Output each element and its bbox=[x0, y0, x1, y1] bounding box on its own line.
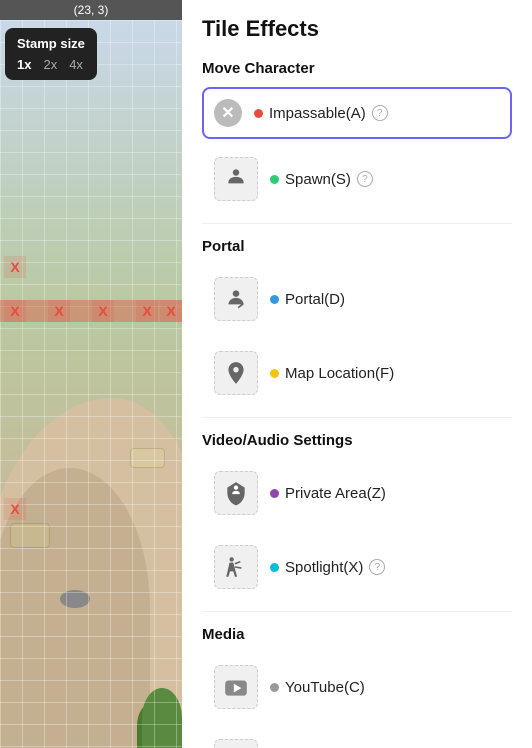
impassable-icon: ✕ bbox=[214, 99, 242, 127]
youtube-dot bbox=[270, 683, 279, 692]
section-media: Media bbox=[202, 626, 512, 643]
section-move-character: Move Character bbox=[202, 60, 512, 77]
divider-1 bbox=[202, 223, 512, 224]
spawn-help[interactable]: ? bbox=[357, 171, 373, 187]
spawn-icon bbox=[214, 157, 258, 201]
spawn-dot bbox=[270, 175, 279, 184]
portal-label: Portal(D) bbox=[270, 291, 345, 308]
stamp-size-1x[interactable]: 1x bbox=[17, 57, 31, 72]
x-marker: X bbox=[4, 498, 26, 520]
effect-item-map-location[interactable]: Map Location(F) bbox=[202, 339, 512, 407]
spotlight-help[interactable]: ? bbox=[369, 559, 385, 575]
coordinates-bar: (23, 3) bbox=[0, 0, 182, 20]
stamp-tooltip: Stamp size 1x 2x 4x bbox=[5, 28, 97, 80]
map-location-icon bbox=[214, 351, 258, 395]
effect-item-private-area[interactable]: Private Area(Z) bbox=[202, 459, 512, 527]
coordinates-text: (23, 3) bbox=[74, 3, 109, 17]
youtube-label: YouTube(C) bbox=[270, 679, 365, 696]
impassable-dot bbox=[254, 109, 263, 118]
x-marker: X bbox=[136, 300, 158, 322]
portal-dot bbox=[270, 295, 279, 304]
private-area-dot bbox=[270, 489, 279, 498]
spotlight-icon bbox=[214, 545, 258, 589]
x-marker: X bbox=[4, 300, 26, 322]
map-location-label: Map Location(F) bbox=[270, 365, 394, 382]
stamp-size-4x[interactable]: 4x bbox=[69, 57, 83, 72]
x-marker: X bbox=[48, 300, 70, 322]
x-marker: X bbox=[92, 300, 114, 322]
spawn-label: Spawn(S) ? bbox=[270, 171, 373, 188]
x-marker: X bbox=[160, 300, 182, 322]
grid-overlay bbox=[0, 20, 182, 748]
divider-2 bbox=[202, 417, 512, 418]
divider-3 bbox=[202, 611, 512, 612]
portal-icon bbox=[214, 277, 258, 321]
effect-item-youtube[interactable]: YouTube(C) bbox=[202, 653, 512, 721]
spotlight-dot bbox=[270, 563, 279, 572]
effect-item-impassable[interactable]: ✕ Impassable(A) ? bbox=[202, 87, 512, 139]
effect-item-web-links[interactable]: Web Links(V) bbox=[202, 727, 512, 748]
stamp-size-2x[interactable]: 2x bbox=[43, 57, 57, 72]
tile-effects-panel: Tile Effects Move Character ✕ Impassable… bbox=[182, 0, 532, 748]
private-area-icon bbox=[214, 471, 258, 515]
impassable-label: Impassable(A) ? bbox=[254, 105, 388, 122]
web-links-icon bbox=[214, 739, 258, 748]
map-panel[interactable]: (23, 3) Stamp size 1x 2x 4x X X X X X X … bbox=[0, 0, 182, 748]
effect-item-spotlight[interactable]: Spotlight(X) ? bbox=[202, 533, 512, 601]
section-video-audio: Video/Audio Settings bbox=[202, 432, 512, 449]
map-location-dot bbox=[270, 369, 279, 378]
panel-title: Tile Effects bbox=[202, 16, 512, 42]
section-portal: Portal bbox=[202, 238, 512, 255]
effect-item-portal[interactable]: Portal(D) bbox=[202, 265, 512, 333]
impassable-help[interactable]: ? bbox=[372, 105, 388, 121]
private-area-label: Private Area(Z) bbox=[270, 485, 386, 502]
x-marker: X bbox=[4, 256, 26, 278]
youtube-icon bbox=[214, 665, 258, 709]
stamp-label: Stamp size bbox=[17, 36, 85, 51]
spotlight-label: Spotlight(X) ? bbox=[270, 559, 385, 576]
effect-item-spawn[interactable]: Spawn(S) ? bbox=[202, 145, 512, 213]
